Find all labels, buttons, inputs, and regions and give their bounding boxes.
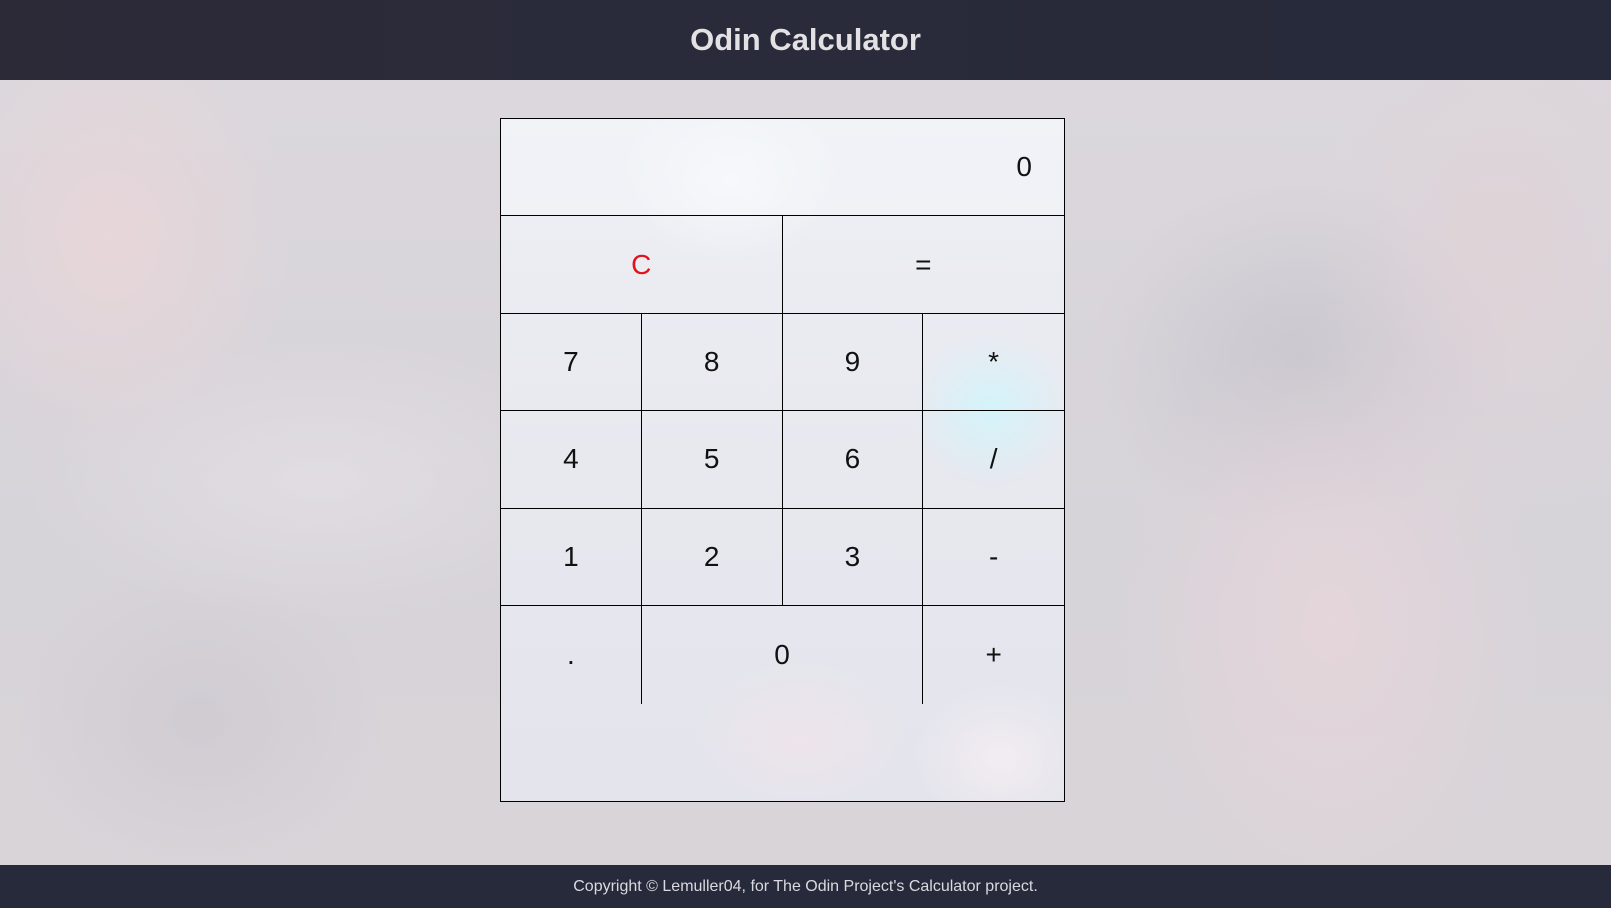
digit-3-button[interactable]: 3 bbox=[782, 508, 924, 607]
digit-1-button[interactable]: 1 bbox=[501, 508, 642, 607]
subtract-button[interactable]: - bbox=[923, 509, 1064, 607]
page-footer: Copyright © Lemuller04, for The Odin Pro… bbox=[0, 865, 1611, 908]
digit-7-button[interactable]: 7 bbox=[501, 313, 642, 412]
add-button[interactable]: + bbox=[923, 606, 1064, 703]
digit-2-button[interactable]: 2 bbox=[641, 508, 783, 607]
digit-9-button[interactable]: 9 bbox=[782, 313, 924, 412]
multiply-button[interactable]: * bbox=[923, 314, 1064, 412]
decimal-button[interactable]: . bbox=[501, 606, 642, 704]
digit-6-button[interactable]: 6 bbox=[782, 411, 924, 509]
digit-4-button[interactable]: 4 bbox=[501, 411, 642, 509]
clear-button[interactable]: C bbox=[501, 216, 783, 314]
digit-5-button[interactable]: 5 bbox=[641, 411, 783, 509]
equals-button[interactable]: = bbox=[782, 216, 1064, 314]
digit-0-button[interactable]: 0 bbox=[642, 606, 924, 704]
calculator-display: 0 bbox=[501, 119, 1064, 217]
digit-8-button[interactable]: 8 bbox=[641, 313, 783, 412]
page-header: Odin Calculator bbox=[0, 0, 1611, 80]
page-title: Odin Calculator bbox=[690, 22, 921, 57]
divide-button[interactable]: / bbox=[923, 411, 1064, 509]
copyright-text: Copyright © Lemuller04, for The Odin Pro… bbox=[573, 877, 1038, 895]
calculator: 0 C = 7 8 9 * 4 5 6 / 1 2 3 - . 0 + bbox=[500, 118, 1065, 802]
